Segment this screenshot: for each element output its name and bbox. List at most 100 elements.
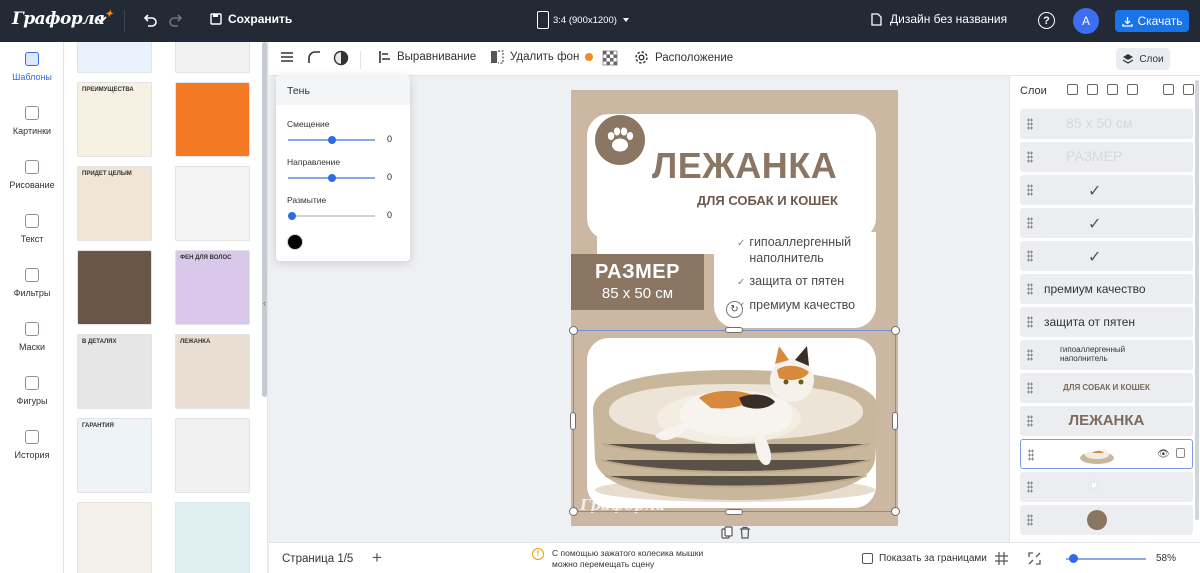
zoom-slider[interactable]	[1066, 558, 1146, 560]
layer-row[interactable]: ✓	[1020, 241, 1193, 271]
download-button[interactable]: Скачать	[1115, 10, 1189, 32]
lock-icon[interactable]	[1176, 448, 1185, 458]
slider-knob[interactable]	[288, 212, 296, 220]
rail-item-drawing[interactable]: Рисование	[0, 160, 64, 190]
layer-row[interactable]	[1020, 505, 1193, 535]
avatar[interactable]: A	[1073, 8, 1099, 34]
template-thumbnail[interactable]: ФЕН ДЛЯ ВОЛОС	[175, 250, 250, 325]
template-thumbnail[interactable]: ПРИДЕТ ЦЕЛЫМ	[77, 166, 152, 241]
layers-scrollbar[interactable]	[1195, 80, 1199, 520]
template-thumbnail[interactable]: В ДЕТАЛЯХ	[77, 334, 152, 409]
drag-handle-icon[interactable]	[1027, 283, 1033, 295]
rail-item-text[interactable]: Текст	[0, 214, 64, 244]
shadow-icon[interactable]	[333, 50, 349, 66]
save-button[interactable]: Сохранить	[210, 12, 292, 26]
shadow-color-swatch[interactable]	[287, 234, 303, 250]
rail-item-shapes[interactable]: Фигуры	[0, 376, 64, 406]
rail-item-history[interactable]: История	[0, 430, 64, 460]
direction-slider[interactable]	[288, 174, 375, 182]
resize-handle-s[interactable]	[725, 509, 743, 515]
layer-row[interactable]: ✓	[1020, 175, 1193, 205]
size-badge[interactable]: РАЗМЕР 85 x 50 см	[571, 254, 704, 310]
template-thumbnail[interactable]	[175, 82, 250, 157]
resize-handle-se[interactable]	[891, 507, 900, 516]
corner-radius-icon[interactable]	[307, 50, 321, 64]
template-thumbnail[interactable]	[175, 418, 250, 493]
paw-badge[interactable]	[595, 115, 645, 165]
chevron-down-icon[interactable]	[94, 13, 108, 27]
resize-handle-sw[interactable]	[569, 507, 578, 516]
duplicate-icon[interactable]	[1163, 84, 1174, 95]
help-icon[interactable]: ?	[1038, 12, 1055, 29]
template-thumbnail[interactable]	[77, 250, 152, 325]
layers-toggle-button[interactable]: Слои	[1116, 48, 1170, 70]
layer-row[interactable]: ✓	[1020, 208, 1193, 238]
send-back-icon[interactable]	[1127, 84, 1138, 95]
redo-icon[interactable]	[167, 12, 185, 30]
drag-handle-icon[interactable]	[1027, 217, 1033, 229]
drag-handle-icon[interactable]	[1027, 250, 1033, 262]
layer-row[interactable]: ДЛЯ СОБАК И КОШЕК	[1020, 373, 1193, 403]
remove-background-button[interactable]: Удалить фон	[490, 50, 594, 64]
transparency-icon[interactable]	[602, 50, 618, 66]
drag-handle-icon[interactable]	[1027, 118, 1033, 130]
resize-handle-nw[interactable]	[569, 326, 578, 335]
layer-row[interactable]: ЛЕЖАНКА	[1020, 406, 1193, 436]
template-thumbnail[interactable]: ПРЕИМУЩЕСТВА	[77, 82, 152, 157]
checkbox[interactable]	[862, 553, 873, 564]
subheadline-text[interactable]: ДЛЯ СОБАК И КОШЕК	[697, 193, 838, 208]
feature-item[interactable]: ✓ защита от пятен	[737, 274, 844, 290]
move-up-icon[interactable]	[1067, 84, 1078, 95]
feature-item[interactable]: ✓премиум качество	[737, 298, 855, 314]
layer-row[interactable]: 👁	[1020, 439, 1193, 469]
move-down-icon[interactable]	[1087, 84, 1098, 95]
copy-icon[interactable]	[721, 525, 733, 539]
show-outside-bounds-toggle[interactable]: Показать за границами	[862, 553, 987, 564]
template-thumbnail[interactable]	[175, 502, 250, 573]
rail-item-filters[interactable]: Фильтры	[0, 268, 64, 298]
template-thumbnail[interactable]	[77, 42, 152, 73]
fit-screen-icon[interactable]	[1028, 552, 1041, 565]
rail-item-masks[interactable]: Маски	[0, 322, 64, 352]
slider-knob[interactable]	[328, 136, 336, 144]
template-thumbnail[interactable]	[175, 42, 250, 73]
grid-icon[interactable]	[995, 552, 1008, 565]
template-thumbnail[interactable]	[175, 166, 250, 241]
document-name[interactable]: Дизайн без названия	[871, 12, 1007, 26]
drag-handle-icon[interactable]	[1027, 349, 1033, 361]
page-indicator[interactable]: Страница 1/5	[282, 553, 353, 565]
position-button[interactable]: Расположение	[634, 50, 733, 65]
zoom-knob[interactable]	[1069, 554, 1078, 563]
layer-row[interactable]: защита от пятен	[1020, 307, 1193, 337]
layer-row[interactable]: премиум качество	[1020, 274, 1193, 304]
slider-knob[interactable]	[328, 174, 336, 182]
layer-row[interactable]: гипоаллергенный наполнитель	[1020, 340, 1193, 370]
undo-icon[interactable]	[141, 12, 159, 30]
format-selector[interactable]: 3:4 (900x1200)	[537, 11, 631, 29]
selection-box[interactable]	[573, 330, 896, 512]
blur-slider[interactable]	[288, 212, 375, 220]
drag-handle-icon[interactable]	[1027, 184, 1033, 196]
align-button[interactable]: Выравнивание	[379, 50, 476, 64]
drag-handle-icon[interactable]	[1027, 481, 1033, 493]
layer-row[interactable]: 85 x 50 см	[1020, 109, 1193, 139]
drag-handle-icon[interactable]	[1028, 449, 1034, 461]
resize-handle-ne[interactable]	[891, 326, 900, 335]
resize-handle-w[interactable]	[570, 412, 576, 430]
add-page-icon[interactable]: +	[372, 548, 382, 568]
resize-handle-n[interactable]	[725, 327, 743, 333]
rail-item-images[interactable]: Картинки	[0, 106, 64, 136]
headline-text[interactable]: ЛЕЖАНКА	[652, 145, 837, 187]
drag-handle-icon[interactable]	[1027, 316, 1033, 328]
layer-row[interactable]: РАЗМЕР	[1020, 142, 1193, 172]
templates-scrollbar[interactable]	[262, 42, 267, 397]
feature-item[interactable]: ✓ гипоаллергенный наполнитель	[737, 235, 851, 266]
eye-icon[interactable]: 👁	[1157, 449, 1170, 460]
delete-icon[interactable]	[1183, 84, 1194, 95]
rail-item-templates[interactable]: Шаблоны	[0, 52, 64, 82]
template-thumbnail[interactable]	[77, 502, 152, 573]
layer-row[interactable]: ❀	[1020, 472, 1193, 502]
drag-handle-icon[interactable]	[1027, 151, 1033, 163]
trash-icon[interactable]	[739, 526, 751, 539]
drag-handle-icon[interactable]	[1027, 514, 1033, 526]
